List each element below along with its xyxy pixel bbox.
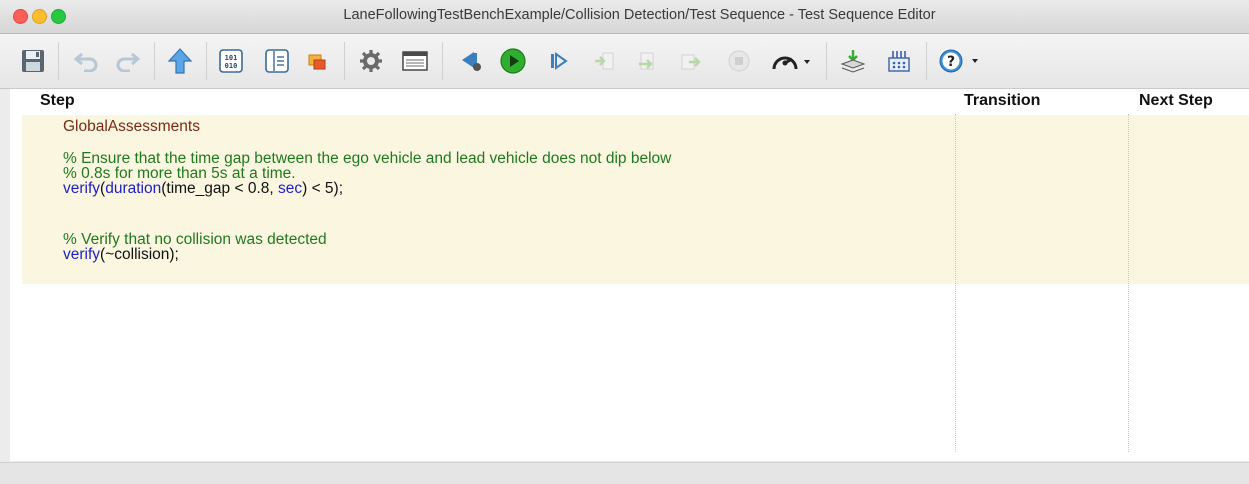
column-divider xyxy=(955,114,956,452)
step-forward-icon[interactable] xyxy=(543,46,573,76)
data-inspector-icon[interactable] xyxy=(400,46,430,76)
transition-column-header[interactable]: Transition xyxy=(964,89,1040,113)
redo-icon[interactable] xyxy=(112,46,142,76)
column-divider xyxy=(1128,114,1129,452)
data-symbols-icon[interactable]: 101 010 xyxy=(216,46,246,76)
step-in-icon[interactable] xyxy=(589,46,619,76)
up-arrow-icon[interactable] xyxy=(165,46,195,76)
step-table: Step Transition Next Step GlobalAssessme… xyxy=(10,89,1249,461)
help-icon[interactable]: ? xyxy=(936,46,986,76)
step-comment-line: % Verify that no collision was detected xyxy=(63,231,327,248)
save-icon[interactable] xyxy=(18,46,48,76)
test-sequence-editor-window: LaneFollowingTestBenchExample/Collision … xyxy=(0,0,1249,484)
verify-duration-statement[interactable]: verify(duration(time_gap < 0.8, sec) < 5… xyxy=(63,180,344,197)
code-text: (time_gap < 0.8, xyxy=(161,180,278,197)
keyword-verify: verify xyxy=(63,180,101,197)
window-title: LaneFollowingTestBenchExample/Collision … xyxy=(343,7,936,23)
step-name[interactable]: GlobalAssessments xyxy=(63,119,200,135)
step-back-icon[interactable] xyxy=(456,46,486,76)
code-text: ) < 5); xyxy=(302,180,344,197)
keyword-sec: sec xyxy=(277,180,303,197)
toolbar: 101 010 ? xyxy=(0,34,1249,89)
svg-text:101: 101 xyxy=(225,54,238,62)
svg-text:?: ? xyxy=(947,54,955,70)
step-row[interactable] xyxy=(22,115,1249,284)
simulation-pacing-icon[interactable] xyxy=(768,46,818,76)
keyword-verify: verify xyxy=(63,246,101,263)
test-harness-icon[interactable] xyxy=(884,46,914,76)
edit-data-icon[interactable] xyxy=(302,46,332,76)
symbols-pane-icon[interactable] xyxy=(262,46,292,76)
undo-icon[interactable] xyxy=(72,46,102,76)
step-column-header[interactable]: Step xyxy=(40,89,75,113)
step-comment-line: % Ensure that the time gap between the e… xyxy=(63,150,672,167)
svg-text:010: 010 xyxy=(225,62,238,70)
settings-gear-icon[interactable] xyxy=(356,46,386,76)
next-step-column-header[interactable]: Next Step xyxy=(1139,89,1213,113)
step-over-icon[interactable] xyxy=(632,46,662,76)
deploy-icon[interactable] xyxy=(838,46,868,76)
step-comment-line: % 0.8s for more than 5s at a time. xyxy=(63,165,296,182)
status-bar xyxy=(0,462,1249,484)
run-icon[interactable] xyxy=(498,46,528,76)
verify-collision-statement[interactable]: verify(~collision); xyxy=(63,246,179,263)
stop-icon[interactable] xyxy=(724,46,754,76)
step-out-icon[interactable] xyxy=(675,46,705,76)
title-bar[interactable]: LaneFollowingTestBenchExample/Collision … xyxy=(0,0,1249,34)
keyword-duration: duration xyxy=(105,180,162,197)
code-text: (~collision); xyxy=(100,246,179,263)
